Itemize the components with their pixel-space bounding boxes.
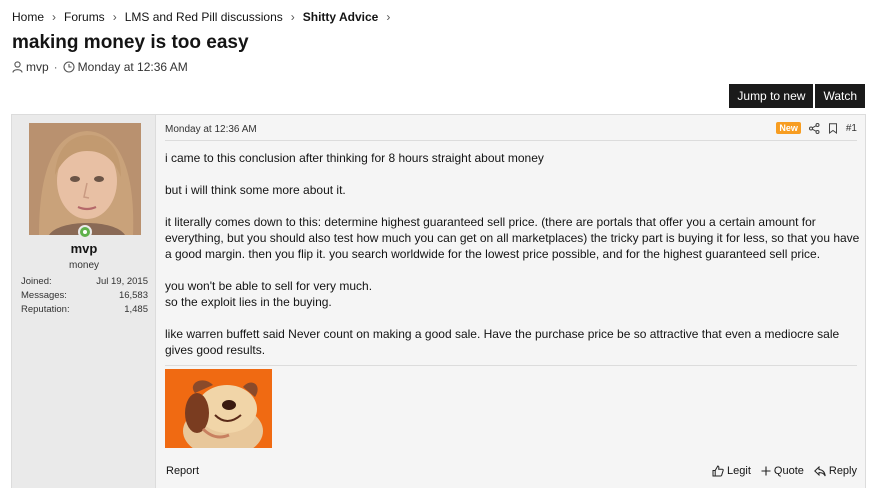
post-attachment-image[interactable] (165, 369, 272, 448)
post-footer-actions: Legit Quote Reply (712, 465, 857, 477)
thread-author-link[interactable]: mvp (26, 60, 49, 74)
stat-reputation: Reputation: 1,485 (21, 303, 148, 317)
jump-to-new-button[interactable]: Jump to new (729, 84, 814, 108)
online-indicator-icon (78, 225, 92, 239)
post-paragraph: i came to this conclusion after thinking… (165, 151, 544, 165)
reply-icon (813, 465, 826, 477)
breadcrumb: Home › Forums › LMS and Red Pill discuss… (12, 10, 398, 24)
user-stats: Joined: Jul 19, 2015 Messages: 16,583 Re… (21, 275, 148, 317)
post-username[interactable]: mvp (12, 241, 156, 256)
stat-label: Messages: (21, 290, 67, 301)
post-message: mvp money Joined: Jul 19, 2015 Messages:… (11, 114, 866, 488)
stat-joined: Joined: Jul 19, 2015 (21, 275, 148, 289)
stat-value: Jul 19, 2015 (96, 276, 148, 287)
post-paragraph: you won't be able to sell for very much.… (165, 279, 373, 309)
chevron-right-icon: › (112, 10, 117, 24)
user-title: money (68, 260, 99, 271)
bookmark-icon[interactable] (828, 122, 838, 134)
breadcrumb-lms[interactable]: LMS and Red Pill discussions (125, 10, 283, 24)
post-body-divider (165, 365, 857, 366)
stat-messages: Messages: 16,583 (21, 289, 148, 303)
quote-label: Quote (773, 465, 804, 477)
legit-label: Legit (727, 465, 751, 477)
clock-icon (63, 61, 75, 73)
page-title: making money is too easy (12, 32, 249, 53)
quote-button[interactable]: Quote (761, 465, 804, 477)
stat-label: Reputation: (21, 304, 70, 315)
post-number-link[interactable]: #1 (846, 123, 857, 134)
post-content: Monday at 12:36 AM New #1 i came to this… (165, 115, 859, 488)
post-user-cell: mvp money Joined: Jul 19, 2015 Messages:… (12, 115, 156, 488)
post-paragraph: like warren buffett said Never count on … (165, 327, 840, 357)
plus-icon (761, 466, 771, 476)
breadcrumb-forums[interactable]: Forums (64, 10, 105, 24)
reply-label: Reply (828, 465, 857, 477)
watch-button[interactable]: Watch (815, 84, 865, 108)
report-link[interactable]: Report (166, 465, 199, 477)
post-header-divider (165, 140, 857, 141)
user-icon (12, 61, 23, 73)
reply-button[interactable]: Reply (813, 465, 857, 477)
stat-value: 16,583 (118, 290, 148, 301)
breadcrumb-shitty-advice[interactable]: Shitty Advice (303, 10, 379, 24)
thumbs-up-icon (712, 465, 724, 477)
share-icon[interactable] (808, 122, 820, 134)
chevron-right-icon: › (52, 10, 57, 24)
post-body: i came to this conclusion after thinking… (165, 150, 865, 374)
meta-separator: · (53, 60, 58, 74)
thread-button-bar: Jump to new Watch (729, 84, 865, 108)
breadcrumb-home[interactable]: Home (12, 10, 44, 24)
thread-date-link[interactable]: Monday at 12:36 AM (78, 60, 188, 74)
chevron-right-icon: › (290, 10, 295, 24)
stat-label: Joined: (21, 276, 52, 287)
thread-meta: mvp · Monday at 12:36 AM (12, 60, 188, 74)
post-paragraph: it literally comes down to this: determi… (165, 215, 860, 261)
post-paragraph: but i will think some more about it. (165, 183, 346, 197)
legit-button[interactable]: Legit (712, 465, 751, 477)
post-header-actions: New #1 (776, 122, 857, 134)
chevron-right-icon: › (386, 10, 391, 24)
post-date-link[interactable]: Monday at 12:36 AM (165, 124, 257, 135)
new-badge: New (776, 122, 801, 134)
stat-value: 1,485 (124, 304, 148, 315)
avatar[interactable] (29, 123, 141, 235)
